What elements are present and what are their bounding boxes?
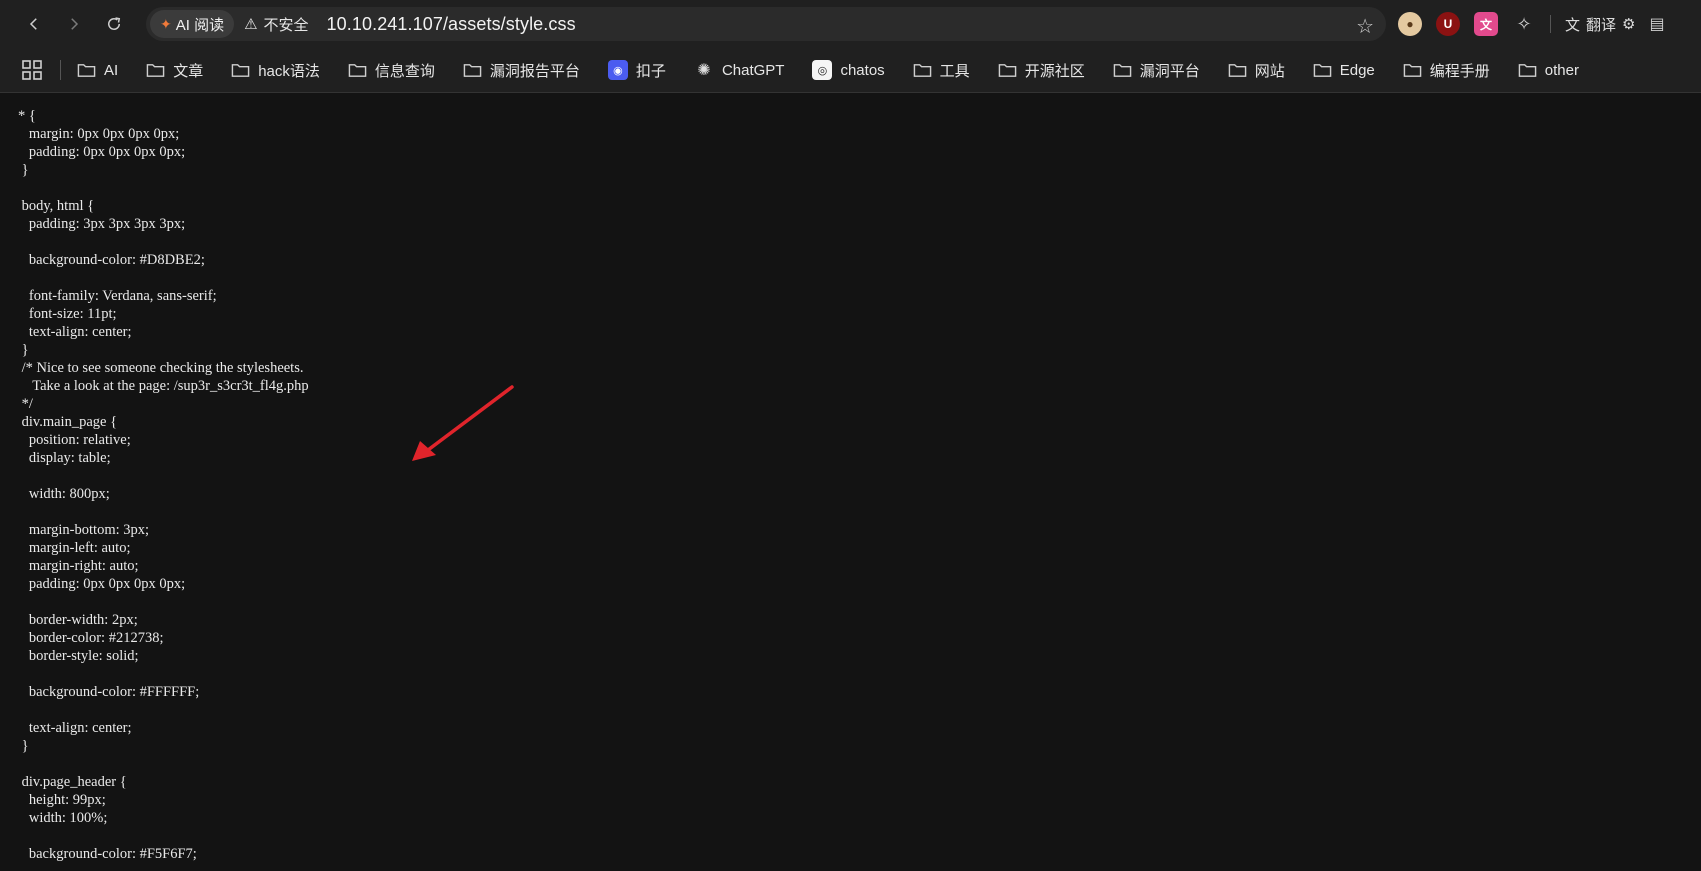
warning-icon: ⚠ bbox=[244, 16, 258, 33]
folder-icon bbox=[77, 64, 96, 77]
bookmark-label: hack语法 bbox=[258, 62, 320, 80]
apps-grid-icon[interactable] bbox=[22, 60, 42, 80]
puzzle-icon[interactable]: ✧ bbox=[1512, 12, 1536, 36]
reading-list-icon[interactable]: ▤ bbox=[1649, 14, 1664, 34]
bookmark-label: Edge bbox=[1339, 61, 1375, 79]
translate-icon: 文 bbox=[1565, 16, 1581, 34]
translate-label: 翻译 bbox=[1586, 16, 1617, 34]
folder-icon bbox=[1228, 64, 1247, 77]
bookmark-label: 文章 bbox=[173, 62, 204, 80]
bookmark-item[interactable]: 编程手册 bbox=[1403, 60, 1490, 81]
folder-icon bbox=[913, 64, 931, 77]
bookmarks-bar: AI 文章 hack语法 信息查询 漏洞报告平台 ◉ 扣子 ✺ ChatGPT ◎ chatos 工具… bbox=[0, 48, 1701, 93]
extension-avatar-icon[interactable]: ● bbox=[1398, 12, 1422, 36]
bookmark-item[interactable]: hack语法 bbox=[231, 60, 320, 81]
bookmark-list: AI 文章 hack语法 信息查询 漏洞报告平台 ◉ 扣子 ✺ ChatGPT ◎ chatos 工具… bbox=[77, 60, 1607, 81]
folder-icon bbox=[1113, 64, 1131, 77]
bookmark-item[interactable]: 信息查询 bbox=[348, 60, 435, 81]
bookmark-item[interactable]: other bbox=[1518, 62, 1579, 79]
bookmark-label: 开源社区 bbox=[1024, 62, 1085, 80]
bookmark-item[interactable]: 工具 bbox=[913, 60, 970, 81]
folder-icon bbox=[146, 64, 165, 77]
browser-toolbar: ✦ AI 阅读 ⚠ 不安全 10.10.241.107/assets/style… bbox=[0, 0, 1701, 48]
toolbar-divider bbox=[1550, 15, 1551, 33]
folder-icon bbox=[1518, 64, 1537, 77]
back-button[interactable] bbox=[16, 6, 52, 42]
bookmark-item[interactable]: 开源社区 bbox=[998, 60, 1085, 81]
folder-icon bbox=[231, 64, 250, 77]
bookmark-item[interactable]: 文章 bbox=[146, 60, 203, 81]
page-content: * { margin: 0px 0px 0px 0px; padding: 0p… bbox=[0, 93, 1701, 871]
bookmark-item[interactable]: ✺ ChatGPT bbox=[694, 60, 785, 80]
reload-icon bbox=[108, 17, 121, 30]
forward-button[interactable] bbox=[56, 6, 92, 42]
bookmark-label: other bbox=[1544, 61, 1579, 79]
folder-icon bbox=[348, 64, 367, 77]
settings-sliders-icon: ⚙ bbox=[1622, 16, 1636, 33]
folder-icon bbox=[998, 64, 1016, 77]
bookmark-item[interactable]: 漏洞报告平台 bbox=[463, 60, 580, 81]
chevron-left-icon bbox=[29, 18, 37, 30]
bookmark-item[interactable]: ◉ 扣子 bbox=[607, 60, 666, 81]
bookmark-item[interactable]: Edge bbox=[1313, 62, 1375, 79]
security-indicator[interactable]: ⚠ 不安全 bbox=[244, 14, 308, 35]
bookmark-label: 工具 bbox=[939, 62, 970, 80]
bookmark-label: chatos bbox=[840, 61, 885, 79]
ai-icon: ✦ bbox=[160, 15, 172, 32]
bookmark-label: 信息查询 bbox=[374, 62, 435, 80]
chatgpt-icon: ✺ bbox=[697, 62, 711, 79]
extensions-area: ● U 文 ✧ 文 翻译 ⚙ ▤ bbox=[1398, 8, 1665, 40]
ublock-icon[interactable]: U bbox=[1436, 12, 1460, 36]
kouzi-icon: ◉ bbox=[607, 60, 628, 80]
bookmark-label: AI bbox=[104, 61, 119, 79]
annotation-arrow bbox=[412, 385, 514, 461]
bookmark-item[interactable]: ◎ chatos bbox=[812, 60, 885, 80]
bookmark-label: 漏洞平台 bbox=[1139, 62, 1200, 80]
bookmark-label: 漏洞报告平台 bbox=[489, 62, 580, 80]
security-label: 不安全 bbox=[263, 16, 309, 34]
reload-button[interactable] bbox=[96, 6, 132, 42]
translator-extension-icon[interactable]: 文 bbox=[1474, 12, 1498, 36]
bookmark-item[interactable]: AI bbox=[77, 62, 118, 79]
bookmark-label: 网站 bbox=[1254, 62, 1285, 80]
translate-button[interactable]: 文 翻译 ⚙ bbox=[1565, 14, 1635, 35]
folder-icon bbox=[1403, 64, 1422, 77]
bookmark-label: 扣子 bbox=[635, 62, 666, 80]
css-source-text: * { margin: 0px 0px 0px 0px; padding: 0p… bbox=[18, 108, 309, 862]
ai-read-label: AI 阅读 bbox=[175, 16, 225, 34]
folder-icon bbox=[463, 64, 482, 77]
bookmark-item[interactable]: 漏洞平台 bbox=[1113, 60, 1200, 81]
bookmark-item[interactable]: 网站 bbox=[1228, 60, 1285, 81]
bookmark-label: ChatGPT bbox=[721, 61, 785, 79]
chatos-icon: ◎ bbox=[812, 60, 833, 80]
chevron-right-icon bbox=[71, 18, 79, 30]
address-bar[interactable]: ✦ AI 阅读 ⚠ 不安全 10.10.241.107/assets/style… bbox=[146, 7, 1386, 41]
bookmark-label: 编程手册 bbox=[1429, 62, 1490, 80]
url-text[interactable]: 10.10.241.107/assets/style.css bbox=[327, 14, 576, 35]
ai-read-button[interactable]: ✦ AI 阅读 bbox=[150, 10, 235, 38]
bookmarks-divider bbox=[60, 60, 61, 80]
bookmark-star-icon[interactable]: ☆ bbox=[1356, 14, 1374, 39]
folder-icon bbox=[1313, 64, 1332, 77]
